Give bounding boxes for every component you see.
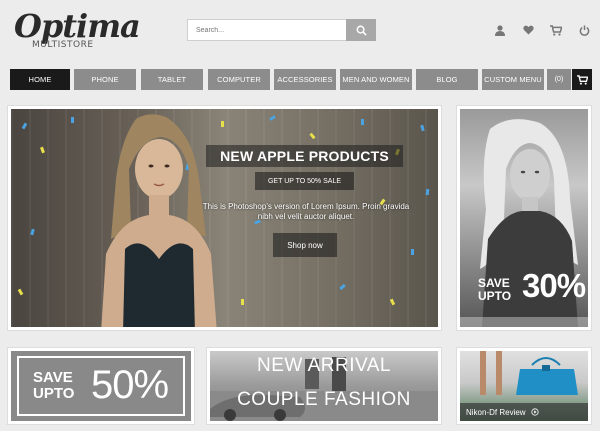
- power-icon[interactable]: [578, 24, 590, 36]
- nav-item-blog[interactable]: Blog: [416, 69, 478, 90]
- logo-subtitle: MULTISTORE: [32, 40, 94, 50]
- hero-sale-label: GET UP TO 50% SALE: [255, 172, 354, 190]
- search-icon: [356, 25, 367, 36]
- header-icons: [494, 24, 590, 36]
- nav-item-computer[interactable]: Computer: [208, 69, 270, 90]
- play-circle-icon: [530, 408, 539, 416]
- save-50-banner[interactable]: SAVE UPTO 50%: [8, 348, 194, 424]
- save-50-save: SAVE: [33, 369, 73, 386]
- user-icon[interactable]: [494, 24, 506, 36]
- hero-title: NEW APPLE PRODUCTS: [206, 145, 403, 167]
- heart-icon[interactable]: [522, 24, 534, 36]
- search-button[interactable]: [346, 19, 376, 41]
- save-50-upto: UPTO: [33, 385, 75, 402]
- search-input[interactable]: [187, 19, 347, 41]
- save-50-text: SAVE UPTO: [33, 370, 74, 402]
- logo[interactable]: Optima MULTISTORE: [14, 7, 141, 54]
- nav-item-men-and-women[interactable]: Men and Women: [340, 69, 412, 90]
- nav-item-phone[interactable]: Phone: [74, 69, 136, 90]
- nikon-review-label: Nikon-Df Review: [466, 407, 526, 417]
- hero-description: This is Photoshop's version of Lorem Ips…: [202, 202, 410, 221]
- side-promo-footer-bar: [460, 317, 588, 327]
- new-arrival-title: NEW ARRIVAL: [257, 355, 391, 376]
- save-50-percent: 50%: [91, 363, 169, 407]
- nav-item-accessories[interactable]: Accessories: [274, 69, 336, 90]
- new-arrival-banner[interactable]: NEW ARRIVAL COUPLE FASHION: [207, 348, 441, 424]
- nikon-review-caption: Nikon-Df Review: [460, 403, 588, 421]
- nav-cart-button[interactable]: [572, 69, 592, 90]
- nav-item-home[interactable]: Home: [10, 69, 70, 90]
- nikon-review-banner[interactable]: Nikon-Df Review: [457, 348, 591, 424]
- side-promo-banner[interactable]: SAVE UPTO 30%: [457, 106, 591, 330]
- nav-item-custom-menu[interactable]: Custom Menu: [482, 69, 544, 90]
- side-promo-upto: UPTO: [478, 289, 512, 303]
- cart-icon: [576, 74, 588, 85]
- couple-fashion-title: COUPLE FASHION: [237, 389, 411, 410]
- search-bar: [187, 19, 376, 41]
- hero-slider[interactable]: NEW APPLE PRODUCTS GET UP TO 50% SALE Th…: [8, 106, 441, 330]
- cart-count[interactable]: (0): [547, 69, 571, 90]
- cart-icon[interactable]: [550, 24, 562, 36]
- shop-now-button[interactable]: Shop now: [273, 233, 337, 257]
- side-promo-save-text: SAVE UPTO: [478, 277, 511, 303]
- main-nav: Home Phone Tablet Computer Accessories M…: [10, 69, 592, 90]
- side-promo-percent: 30%: [522, 267, 586, 304]
- nav-item-tablet[interactable]: Tablet: [141, 69, 203, 90]
